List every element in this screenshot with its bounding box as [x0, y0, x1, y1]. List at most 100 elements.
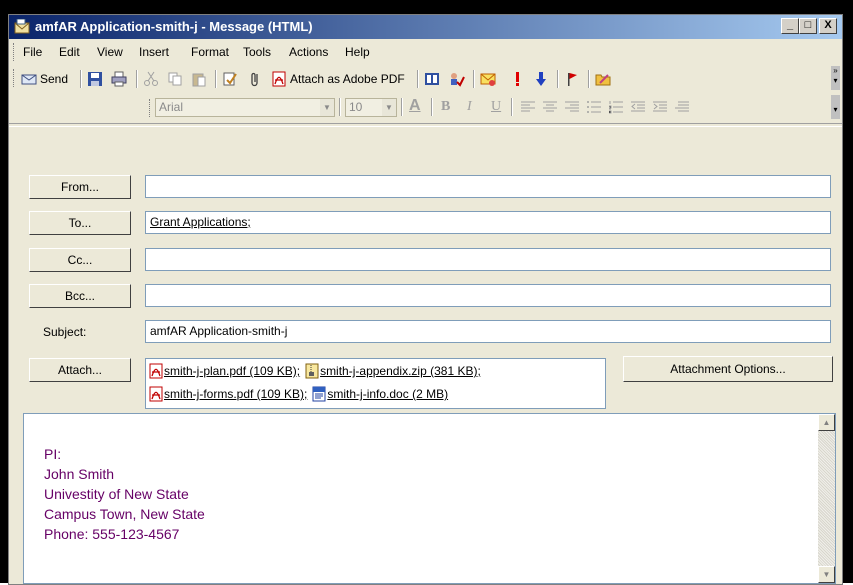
- title-bar: amfAR Application-smith-j - Message (HTM…: [9, 15, 842, 39]
- scroll-up-button[interactable]: ▲: [818, 414, 835, 431]
- word-doc-icon: [312, 386, 326, 402]
- menu-view[interactable]: View: [97, 45, 123, 59]
- paste-icon: [192, 73, 206, 87]
- address-book-check-button[interactable]: [222, 69, 238, 89]
- menu-tools[interactable]: Tools: [243, 45, 271, 59]
- toolbar-separator: [431, 98, 433, 116]
- font-color-button[interactable]: A: [409, 97, 421, 115]
- maximize-button[interactable]: □: [799, 18, 817, 34]
- attachment-item[interactable]: smith-j-info.doc (2 MB): [327, 387, 448, 401]
- toolbar-overflow-chevron[interactable]: » ▾: [831, 66, 840, 90]
- toolbar-separator: [417, 70, 419, 88]
- align-center-icon[interactable]: [543, 101, 557, 114]
- font-family-select[interactable]: Arial ▼: [155, 98, 335, 117]
- pdf-icon: [149, 386, 163, 402]
- bold-button[interactable]: B: [441, 99, 450, 115]
- attach-file-button[interactable]: [247, 69, 263, 89]
- scroll-down-button[interactable]: ▼: [818, 566, 835, 583]
- bcc-field[interactable]: [145, 284, 831, 307]
- body-line-address: Campus Town, New State: [44, 506, 205, 522]
- body-line-name: John Smith: [44, 466, 115, 482]
- vertical-scrollbar[interactable]: ▲ ▼: [818, 414, 835, 583]
- down-arrow-icon: [536, 72, 546, 86]
- toolbar-grip[interactable]: [13, 69, 17, 87]
- italic-button[interactable]: I: [467, 99, 472, 115]
- print-icon: [111, 71, 127, 87]
- horizontal-line-icon[interactable]: [675, 101, 689, 114]
- decrease-indent-icon[interactable]: [631, 101, 645, 114]
- menu-edit[interactable]: Edit: [59, 45, 80, 59]
- bcc-button[interactable]: Bcc...: [29, 284, 131, 308]
- people-check-icon: [451, 73, 465, 87]
- from-button[interactable]: From...: [29, 175, 131, 199]
- save-button[interactable]: [87, 69, 103, 89]
- attach-button[interactable]: Attach...: [29, 358, 131, 382]
- align-right-icon[interactable]: [565, 101, 579, 114]
- address-book-icon: [425, 73, 439, 85]
- cc-field[interactable]: [145, 248, 831, 271]
- attachment-item[interactable]: smith-j-plan.pdf (109 KB);: [164, 364, 300, 378]
- font-size-value: 10: [349, 100, 363, 114]
- envelope-options-icon: [480, 73, 496, 86]
- message-body[interactable]: PI: John Smith Univestity of New State C…: [23, 413, 836, 584]
- folder-icon: [595, 74, 611, 86]
- attach-as-pdf-label: Attach as Adobe PDF: [290, 72, 405, 86]
- copy-button[interactable]: [167, 69, 183, 89]
- window-title: amfAR Application-smith-j - Message (HTM…: [35, 19, 313, 34]
- menu-format[interactable]: Format: [191, 45, 229, 59]
- copy-icon: [168, 72, 182, 86]
- exclamation-icon: [516, 72, 519, 86]
- attach-as-pdf-button[interactable]: Attach as Adobe PDF: [271, 69, 405, 89]
- address-book-button[interactable]: [424, 69, 440, 89]
- paste-button[interactable]: [191, 69, 207, 89]
- menu-actions[interactable]: Actions: [289, 45, 328, 59]
- body-line-pi: PI:: [44, 446, 62, 462]
- print-button[interactable]: [111, 69, 127, 89]
- toolbar-separator: [511, 98, 513, 116]
- toolbar-separator: [136, 70, 138, 88]
- format-toolbar-grip[interactable]: [149, 99, 153, 117]
- check-names-icon: [223, 72, 237, 86]
- attachment-item[interactable]: smith-j-appendix.zip (381 KB);: [320, 364, 481, 378]
- scissors-icon: [144, 71, 158, 86]
- attachment-options-button[interactable]: Attachment Options...: [623, 356, 833, 382]
- subject-field[interactable]: amfAR Application-smith-j: [145, 320, 831, 343]
- menu-file[interactable]: File: [23, 45, 42, 59]
- toolbar-separator: [215, 70, 217, 88]
- follow-up-flag-button[interactable]: [564, 69, 580, 89]
- minimize-button[interactable]: _: [781, 18, 799, 34]
- from-field[interactable]: [145, 175, 831, 198]
- font-size-select[interactable]: 10 ▼: [345, 98, 397, 117]
- bullets-icon[interactable]: [587, 101, 601, 114]
- toolbar-separator: [339, 98, 341, 116]
- increase-indent-icon[interactable]: [653, 101, 667, 114]
- chevron-down-icon: ▼: [382, 99, 396, 116]
- close-button[interactable]: X: [819, 18, 837, 34]
- align-left-icon[interactable]: [521, 101, 535, 114]
- pdf-icon: [149, 363, 163, 379]
- options-button[interactable]: [480, 69, 496, 89]
- high-importance-button[interactable]: [509, 69, 525, 89]
- menu-insert[interactable]: Insert: [139, 45, 169, 59]
- low-importance-button[interactable]: [533, 69, 549, 89]
- message-window: amfAR Application-smith-j - Message (HTM…: [8, 14, 843, 585]
- save-icon: [88, 72, 102, 86]
- to-field[interactable]: Grant Applications;: [145, 211, 831, 234]
- numbering-icon[interactable]: [609, 101, 623, 114]
- cut-button[interactable]: [143, 69, 159, 89]
- send-button[interactable]: Send: [21, 69, 68, 89]
- message-body-text[interactable]: PI: John Smith Univestity of New State C…: [44, 444, 205, 544]
- menu-bar: File Edit View Insert Format Tools Actio…: [9, 40, 842, 64]
- menu-grip[interactable]: [13, 43, 17, 61]
- body-line-phone: Phone: 555-123-4567: [44, 526, 180, 542]
- format-toolbar-overflow-chevron[interactable]: ▾: [831, 95, 840, 119]
- cc-button[interactable]: Cc...: [29, 248, 131, 272]
- to-button[interactable]: To...: [29, 211, 131, 235]
- paperclip-icon: [251, 72, 258, 87]
- check-names-button[interactable]: [449, 69, 465, 89]
- permissions-button[interactable]: [595, 69, 611, 89]
- underline-button[interactable]: U: [491, 99, 501, 115]
- to-recipient[interactable]: Grant Applications;: [150, 215, 251, 229]
- attachment-item[interactable]: smith-j-forms.pdf (109 KB);: [164, 387, 307, 401]
- menu-help[interactable]: Help: [345, 45, 370, 59]
